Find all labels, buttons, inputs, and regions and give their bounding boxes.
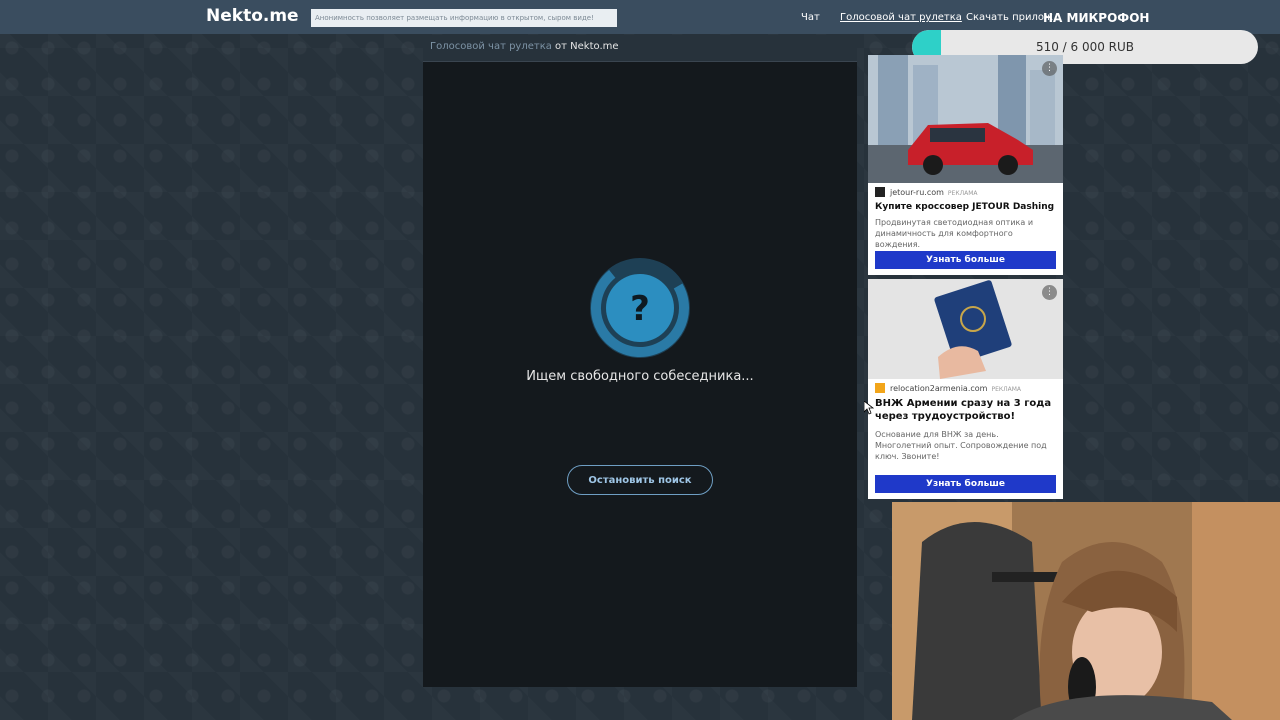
streamer-webcam-video	[892, 502, 1280, 720]
breadcrumb-suffix: от Nekto.me	[551, 41, 619, 52]
ad-domain: relocation2armenia.com РЕКЛАМА	[875, 383, 1021, 393]
chat-header: Голосовой чат рулетка от Nekto.me	[423, 35, 857, 62]
mouse-cursor-icon	[864, 401, 874, 415]
site-logo[interactable]: Nekto.me	[206, 6, 299, 26]
nav-download-app[interactable]: Скачать прилож	[966, 12, 1053, 23]
nav-chat[interactable]: Чат	[801, 12, 820, 23]
relocation-favicon-icon	[875, 383, 885, 393]
ad-learn-more-button[interactable]: Узнать больше	[875, 475, 1056, 493]
ad-description: Продвинутая светодиодная оптика и динами…	[875, 218, 1034, 249]
breadcrumb-link[interactable]: Голосовой чат рулетка	[430, 41, 552, 52]
searching-spinner-icon: ?	[590, 258, 690, 358]
ad-card-car[interactable]: ⋮ jetour-ru.com РЕКЛАМА Купите кроссовер …	[868, 55, 1063, 275]
question-mark: ?	[630, 289, 650, 329]
hand-holding-passport-image	[868, 279, 1063, 379]
ad-title[interactable]: ВНЖ Армении сразу на 3 года через трудоу…	[875, 397, 1057, 423]
ad-domain: jetour-ru.com РЕКЛАМА	[875, 187, 977, 197]
ad-description: Основание для ВНЖ за день. Многолетний о…	[875, 430, 1047, 461]
ad-learn-more-button[interactable]: Узнать больше	[875, 251, 1056, 269]
anonymity-notice: Анонимность позволяет размещать информац…	[311, 9, 617, 27]
ad-title[interactable]: Купите кроссовер JETOUR Dashing	[875, 201, 1057, 214]
stop-search-button[interactable]: Остановить поиск	[567, 465, 713, 495]
jetour-favicon-icon	[875, 187, 885, 197]
ad-card-armenia[interactable]: ⋮ relocation2armenia.com РЕКЛАМА ВНЖ Арме…	[868, 279, 1063, 499]
donation-amount: 510 / 6 000 RUB	[1035, 40, 1135, 54]
ad-options-icon[interactable]: ⋮	[1042, 285, 1057, 300]
breadcrumb: Голосовой чат рулетка от Nekto.me	[430, 41, 619, 52]
ad-options-icon[interactable]: ⋮	[1042, 61, 1057, 76]
red-suv-car-image	[868, 55, 1063, 183]
nav-voice-roulette[interactable]: Голосовой чат рулетка	[840, 12, 962, 23]
searching-status-text: Ищем свободного собеседника...	[526, 369, 754, 384]
mic-goal-title: НА МИКРОФОН	[1043, 11, 1150, 25]
